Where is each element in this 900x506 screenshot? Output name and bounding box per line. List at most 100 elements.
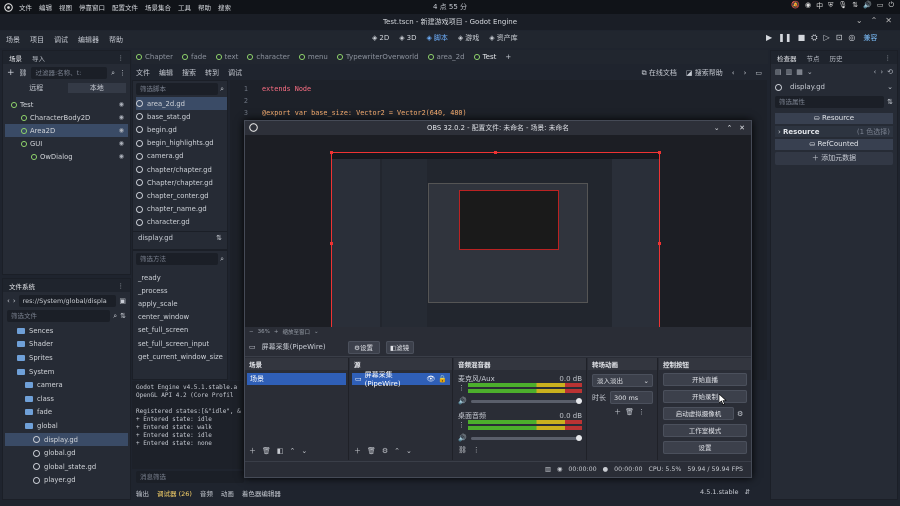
control-button[interactable]: 开始直播 xyxy=(663,373,747,386)
stop-icon[interactable]: ■ xyxy=(798,33,806,43)
visibility-icon[interactable]: ◉ xyxy=(119,127,124,134)
minimize-icon[interactable]: ⌄ xyxy=(714,121,720,135)
script-menu-item[interactable]: 转到 xyxy=(205,68,219,78)
play-icon[interactable]: ▶ xyxy=(766,33,772,43)
script-list-item[interactable]: Chapter/chapter.gd xyxy=(136,176,227,189)
script-list-item[interactable]: base_stat.gd xyxy=(136,110,227,123)
channel-menu-icon[interactable]: ⋮ xyxy=(458,421,465,429)
file-tree-item[interactable]: global xyxy=(5,419,128,433)
add-icon[interactable]: ＋ xyxy=(249,446,256,456)
visibility-icon[interactable]: ◉ xyxy=(119,114,124,121)
slider-handle[interactable] xyxy=(576,397,582,404)
link-icon[interactable]: ⛓ xyxy=(19,69,28,77)
bottom-tab[interactable]: 音频 xyxy=(200,488,213,498)
sort-icon[interactable]: ⇅ xyxy=(120,312,126,320)
obs-menu-item[interactable]: 帮助 xyxy=(198,2,211,12)
bottom-tab[interactable]: 调试器 (26) xyxy=(157,488,192,498)
power-icon[interactable]: ⏻ xyxy=(888,1,894,11)
file-tree-item[interactable]: global.gd xyxy=(5,446,128,460)
scene-node[interactable]: CharacterBody2D ◉ xyxy=(5,111,128,124)
file-tree-item[interactable]: class xyxy=(5,392,128,406)
control-button[interactable]: 工作室模式 xyxy=(663,424,747,437)
search-help-link[interactable]: ◪ 搜索帮助 xyxy=(686,68,723,78)
script-list-item[interactable]: chapter_name.gd xyxy=(136,203,227,216)
main-button-资产库[interactable]: ◈ 资产库 xyxy=(489,33,517,43)
script-tab[interactable]: menu xyxy=(298,53,328,61)
obs-menu-item[interactable]: 停靠窗口 xyxy=(79,2,105,12)
file-tree-item[interactable]: fade xyxy=(5,406,128,420)
main-button-2D[interactable]: ◈ 2D xyxy=(372,33,389,43)
tab-scene[interactable]: 场景 xyxy=(9,53,22,63)
main-button-3D[interactable]: ◈ 3D xyxy=(399,33,416,43)
method-item[interactable]: set_full_screen xyxy=(138,324,227,337)
volume-slider[interactable] xyxy=(470,397,582,404)
obs-menu-item[interactable]: 编辑 xyxy=(39,2,52,12)
slider-handle[interactable] xyxy=(576,434,582,441)
app-logo-icon[interactable] xyxy=(4,2,13,12)
file-tree-item[interactable]: display.gd xyxy=(5,432,128,447)
property-filter-input[interactable]: 筛选属性 xyxy=(775,96,885,108)
scene-node[interactable]: OwDialog ◉ xyxy=(5,150,128,163)
network-icon[interactable]: ⇅ xyxy=(852,1,858,11)
remote-tab[interactable]: 远程 xyxy=(7,83,66,93)
local-tab[interactable]: 本地 xyxy=(67,83,126,93)
gear-icon[interactable]: ⚙ xyxy=(382,447,388,455)
file-tree-item[interactable]: camera xyxy=(5,378,128,392)
script-tab[interactable]: TypewriterOverworld xyxy=(336,53,419,61)
resize-handle[interactable] xyxy=(658,151,661,154)
visibility-icon[interactable]: ◉ xyxy=(119,101,124,108)
file-tree-item[interactable]: System xyxy=(5,365,128,379)
script-list-item[interactable]: area_2d.gd xyxy=(136,97,227,111)
maximize-icon[interactable]: ⌃ xyxy=(871,16,878,25)
link-icon[interactable]: ⛓ xyxy=(458,446,467,454)
next-icon[interactable]: › xyxy=(744,69,747,77)
trash-icon[interactable]: 🗑 xyxy=(367,447,376,455)
tab-history[interactable]: 历史 xyxy=(830,53,843,63)
file-tree-item[interactable]: global_state.gd xyxy=(5,460,128,474)
play-scene-icon[interactable]: ▷ xyxy=(824,33,830,43)
control-button[interactable]: 开始录制 xyxy=(663,390,747,403)
method-item[interactable]: get_current_window_size xyxy=(138,350,227,363)
collapse-icon[interactable]: ⇵ xyxy=(744,488,749,496)
control-button[interactable]: 设置 xyxy=(663,441,747,454)
distraction-free-icon[interactable]: ▭ xyxy=(755,69,762,77)
script-list-item[interactable]: chapter_conter.gd xyxy=(136,189,227,202)
add-node-icon[interactable]: + xyxy=(7,68,15,78)
script-list-item[interactable]: begin.gd xyxy=(136,123,227,136)
menu-icon[interactable]: ⋮ xyxy=(119,69,126,77)
tab-node[interactable]: 节点 xyxy=(807,53,820,63)
method-filter-input[interactable]: 筛选方法 xyxy=(136,253,219,265)
gear-icon[interactable]: ⚙ xyxy=(737,410,747,418)
obs-menu-item[interactable]: 工具 xyxy=(178,2,191,12)
source-item[interactable]: ▭ 屏幕采集(PipeWire) 👁 🔒 xyxy=(352,371,450,388)
script-tab[interactable]: Chapter xyxy=(136,53,173,61)
volume-icon[interactable]: 🔊 xyxy=(863,1,872,11)
obs-menu-item[interactable]: 场景集合 xyxy=(145,2,171,12)
preview-capture[interactable] xyxy=(331,152,660,335)
resize-handle[interactable] xyxy=(330,151,333,154)
clock[interactable]: 4 点 55 分 xyxy=(420,2,480,12)
add-icon[interactable]: ＋ xyxy=(614,407,621,417)
script-list-item[interactable]: begin_highlights.gd xyxy=(136,137,227,150)
main-button-脚本[interactable]: ◈ 脚本 xyxy=(426,33,447,43)
scene-node[interactable]: GUI ◉ xyxy=(5,137,128,150)
tab-import[interactable]: 导入 xyxy=(32,53,45,63)
volume-slider[interactable] xyxy=(470,434,582,441)
file-filter-input[interactable]: 筛选文件 xyxy=(7,310,111,322)
zoom-out-icon[interactable]: − xyxy=(249,329,254,335)
zoom-dropdown-icon[interactable]: ⌄ xyxy=(314,329,319,335)
open-icon[interactable]: ▥ xyxy=(786,68,793,76)
battery-icon[interactable]: ▭ xyxy=(877,1,884,11)
add-tab-icon[interactable]: + xyxy=(505,53,511,61)
scene-node[interactable]: Test ◉ xyxy=(5,98,128,111)
transition-select[interactable]: 淡入淡出 ⌄ xyxy=(592,374,653,387)
movie-icon[interactable]: ◎ xyxy=(848,33,855,43)
obs-menu-item[interactable]: 搜索 xyxy=(218,2,231,12)
script-tab[interactable]: fade xyxy=(182,53,207,61)
file-tree-item[interactable]: Shader xyxy=(5,338,128,352)
resource-section[interactable]: › Resource (1 色选择) xyxy=(775,126,893,137)
obs-menu-item[interactable]: 文件 xyxy=(19,2,32,12)
script-tab[interactable]: character xyxy=(247,53,290,61)
script-tab[interactable]: text xyxy=(215,53,238,61)
up-icon[interactable]: ⌃ xyxy=(290,447,296,455)
